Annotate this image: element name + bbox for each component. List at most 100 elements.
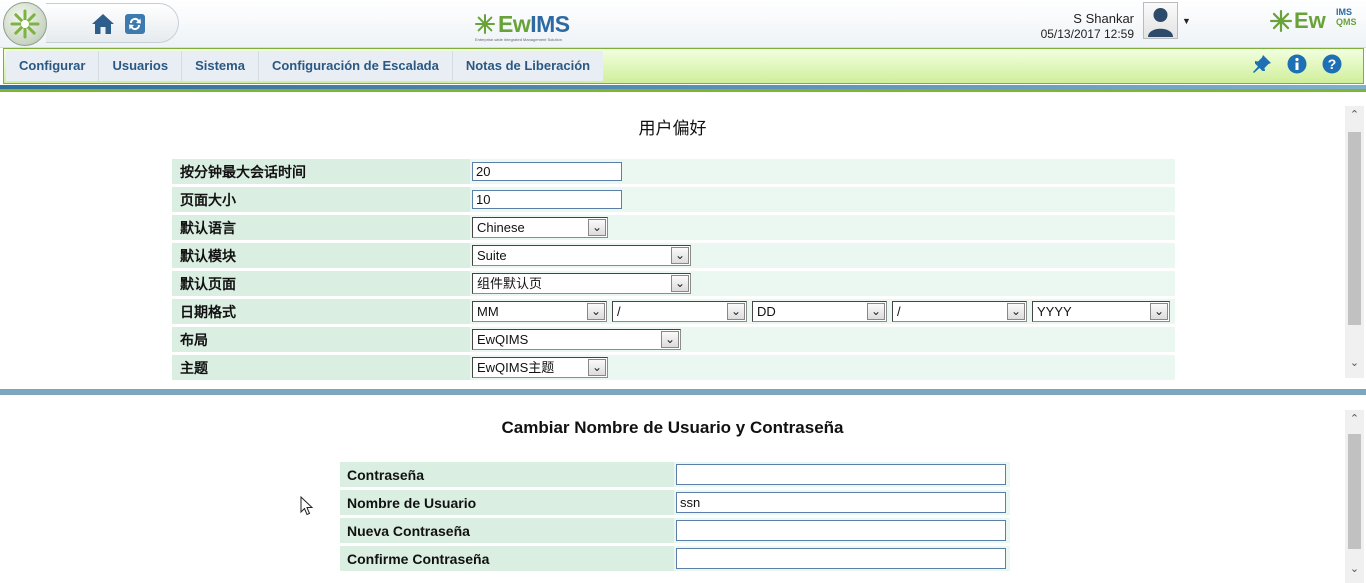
date-format-year-select[interactable]: YYYY ⌄ xyxy=(1032,301,1170,322)
pref-value-theme-cell: EwQIMS主题 ⌄ xyxy=(470,355,1175,380)
pref-value-page-size-cell xyxy=(470,187,1175,212)
chevron-down-icon: ⌄ xyxy=(587,303,605,320)
ewqims-logo-sub: QMS xyxy=(1336,17,1357,27)
chevron-down-icon: ⌄ xyxy=(671,247,689,264)
account-row-password: Contraseña xyxy=(340,462,1010,487)
pin-icon[interactable] xyxy=(1252,54,1272,74)
date-format-month-select[interactable]: MM ⌄ xyxy=(472,301,607,322)
account-scrollbar[interactable]: ⌃ ⌄ xyxy=(1345,410,1364,583)
chevron-down-icon[interactable]: ▼ xyxy=(1182,16,1191,26)
app-logo-icon[interactable] xyxy=(3,2,47,46)
module-select-value: Suite xyxy=(477,248,507,263)
pref-row-page-size: 页面大小 xyxy=(172,187,1175,212)
pref-row-layout: 布局 EwQIMS ⌄ xyxy=(172,327,1175,352)
account-label-password: Contraseña xyxy=(340,462,674,487)
account-title: Cambiar Nombre de Usuario y Contraseña xyxy=(501,418,844,437)
pref-value-page-cell: 组件默认页 ⌄ xyxy=(470,271,1175,296)
pref-value-session-time-cell xyxy=(470,159,1175,184)
menu-items: Configurar Usuarios Sistema Configuració… xyxy=(6,51,604,81)
help-icon[interactable]: ? xyxy=(1322,54,1342,74)
language-select[interactable]: Chinese ⌄ xyxy=(472,217,608,238)
main-menu-bar: Configurar Usuarios Sistema Configuració… xyxy=(3,48,1364,84)
date-format-sep2-select[interactable]: / ⌄ xyxy=(892,301,1027,322)
layout-select-value: EwQIMS xyxy=(477,332,529,347)
ewims-logo-icon xyxy=(475,14,495,34)
username-input[interactable] xyxy=(676,492,1006,513)
pref-row-language: 默认语言 Chinese ⌄ xyxy=(172,215,1175,240)
pref-value-date-format-cell: MM ⌄ / ⌄ DD ⌄ / ⌄ YYYY ⌄ xyxy=(470,299,1175,324)
date-format-day-select[interactable]: DD ⌄ xyxy=(752,301,887,322)
chevron-down-icon: ⌄ xyxy=(671,275,689,292)
pref-label-theme: 主题 xyxy=(172,355,470,380)
menu-item-escalada[interactable]: Configuración de Escalada xyxy=(259,51,453,81)
user-name: S Shankar xyxy=(1073,11,1134,26)
ewims-logo-ew: Ew xyxy=(498,11,531,37)
pref-label-date-format: 日期格式 xyxy=(172,299,470,324)
pref-value-module-cell: Suite ⌄ xyxy=(470,243,1175,268)
layout-select[interactable]: EwQIMS ⌄ xyxy=(472,329,681,350)
chevron-down-icon: ⌄ xyxy=(1007,303,1025,320)
confirm-password-input[interactable] xyxy=(676,548,1006,569)
ewqims-logo-sup: IMS xyxy=(1336,7,1353,17)
pref-label-layout: 布局 xyxy=(172,327,470,352)
menu-item-notas[interactable]: Notas de Liberación xyxy=(453,51,603,81)
default-page-select[interactable]: 组件默认页 ⌄ xyxy=(472,273,691,294)
pref-label-page: 默认页面 xyxy=(172,271,470,296)
ewims-logo-ims: IMS xyxy=(530,11,570,37)
page-size-input[interactable] xyxy=(472,190,622,209)
ewims-logo-tagline: Enterprise-wide Integrated Management So… xyxy=(475,37,562,42)
ewims-logo-text: EwIMS xyxy=(498,11,570,38)
account-label-username: Nombre de Usuario xyxy=(340,490,674,515)
pref-row-module: 默认模块 Suite ⌄ xyxy=(172,243,1175,268)
account-row-username: Nombre de Usuario xyxy=(340,490,1010,515)
pref-row-session-time: 按分钟最大会话时间 xyxy=(172,159,1175,184)
chevron-down-icon: ⌄ xyxy=(727,303,745,320)
chevron-down-icon: ⌄ xyxy=(588,359,606,376)
svg-text:?: ? xyxy=(1328,56,1337,72)
ewqims-logo: Ew IMS QMS xyxy=(1270,8,1360,36)
preferences-table: 按分钟最大会话时间 页面大小 默认语言 Chinese ⌄ 默认模块 Suite… xyxy=(172,156,1175,383)
pref-value-layout-cell: EwQIMS ⌄ xyxy=(470,327,1175,352)
app-header: EwIMS Enterprise-wide Integrated Managem… xyxy=(0,0,1366,48)
account-row-new-password: Nueva Contraseña xyxy=(340,518,1010,543)
pref-label-page-size: 页面大小 xyxy=(172,187,470,212)
home-icon[interactable] xyxy=(91,12,115,36)
account-label-confirm-password: Confirme Contraseña xyxy=(340,546,674,571)
new-password-input[interactable] xyxy=(676,520,1006,541)
user-avatar-icon[interactable] xyxy=(1143,2,1178,39)
pref-value-language-cell: Chinese ⌄ xyxy=(470,215,1175,240)
menu-item-sistema[interactable]: Sistema xyxy=(182,51,259,81)
preferences-scrollbar-thumb[interactable] xyxy=(1348,132,1361,325)
chevron-down-icon[interactable]: ⌄ xyxy=(1345,356,1364,373)
account-value-password-cell xyxy=(674,462,1010,487)
theme-select[interactable]: EwQIMS主题 ⌄ xyxy=(472,357,608,378)
chevron-down-icon[interactable]: ⌄ xyxy=(1345,562,1364,579)
date-format-sep1-select[interactable]: / ⌄ xyxy=(612,301,747,322)
default-page-select-value: 组件默认页 xyxy=(477,276,543,291)
menu-item-configurar[interactable]: Configurar xyxy=(6,51,100,81)
info-icon[interactable] xyxy=(1287,54,1307,74)
chevron-up-icon[interactable]: ⌃ xyxy=(1345,108,1364,125)
ewqims-logo-text: Ew xyxy=(1294,8,1326,33)
account-row-confirm-password: Confirme Contraseña xyxy=(340,546,1010,571)
preferences-scrollbar[interactable]: ⌃ ⌄ xyxy=(1345,106,1364,378)
pref-label-language: 默认语言 xyxy=(172,215,470,240)
menu-item-usuarios[interactable]: Usuarios xyxy=(99,51,183,81)
account-scrollbar-thumb[interactable] xyxy=(1348,434,1361,549)
session-time-input[interactable] xyxy=(472,162,622,181)
pref-row-page: 默认页面 组件默认页 ⌄ xyxy=(172,271,1175,296)
chevron-up-icon[interactable]: ⌃ xyxy=(1345,412,1364,429)
refresh-icon[interactable] xyxy=(125,14,145,34)
account-value-new-password-cell xyxy=(674,518,1010,543)
chevron-down-icon: ⌄ xyxy=(661,331,679,348)
header-band-green xyxy=(0,89,1366,92)
password-input[interactable] xyxy=(676,464,1006,485)
mouse-cursor-icon xyxy=(300,496,314,516)
current-datetime: 05/13/2017 12:59 xyxy=(1040,27,1134,41)
pref-label-session-time: 按分钟最大会话时间 xyxy=(172,159,470,184)
chevron-down-icon: ⌄ xyxy=(588,219,606,236)
ewqims-logo-icon xyxy=(1270,10,1292,32)
chevron-down-icon: ⌄ xyxy=(867,303,885,320)
preferences-title: 用户偏好 xyxy=(638,119,707,138)
module-select[interactable]: Suite ⌄ xyxy=(472,245,691,266)
